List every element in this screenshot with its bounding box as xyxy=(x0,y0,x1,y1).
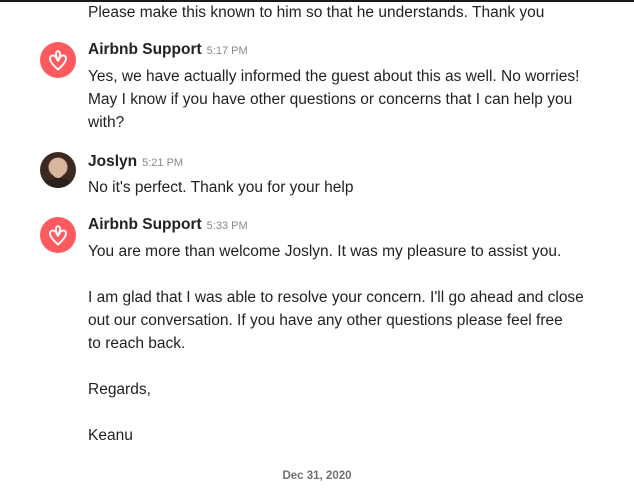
message-line: Regards, xyxy=(88,381,151,398)
airbnb-logo-icon[interactable] xyxy=(40,42,76,78)
sender-name: Airbnb Support xyxy=(88,41,202,58)
message-line: No it's perfect. Thank you for your help xyxy=(88,179,354,196)
message-timestamp: 5:33 PM xyxy=(206,220,248,232)
message-timestamp: 5:17 PM xyxy=(206,45,248,57)
sender-name: Joslyn xyxy=(88,153,138,170)
message-header: Airbnb Support 5:33 PM xyxy=(88,216,248,234)
message-line: to reach back. xyxy=(88,335,186,352)
message-line: Yes, we have actually informed the guest… xyxy=(88,68,580,85)
message-line: Keanu xyxy=(88,427,133,444)
date-separator: Dec 31, 2020 xyxy=(282,470,352,482)
user-avatar[interactable] xyxy=(40,152,76,188)
message-timestamp: 5:21 PM xyxy=(142,157,184,169)
airbnb-logo-icon[interactable] xyxy=(40,217,76,253)
conversation-view: Please make this known to him so that he… xyxy=(0,0,634,499)
message-line: You are more than welcome Joslyn. It was… xyxy=(88,243,562,260)
message-header: Joslyn 5:21 PM xyxy=(88,153,183,171)
message-line: with? xyxy=(88,114,125,131)
airbnb-belo-icon xyxy=(49,225,67,246)
message-line: out our conversation. If you have any ot… xyxy=(88,312,563,329)
message-line: I am glad that I was able to resolve you… xyxy=(88,289,584,306)
sender-name: Airbnb Support xyxy=(88,216,202,233)
message-line: May I know if you have other questions o… xyxy=(88,91,573,108)
previous-message-text: Please make this known to him so that he… xyxy=(88,4,545,21)
airbnb-belo-icon xyxy=(49,50,67,71)
message-header: Airbnb Support 5:17 PM xyxy=(88,41,248,59)
